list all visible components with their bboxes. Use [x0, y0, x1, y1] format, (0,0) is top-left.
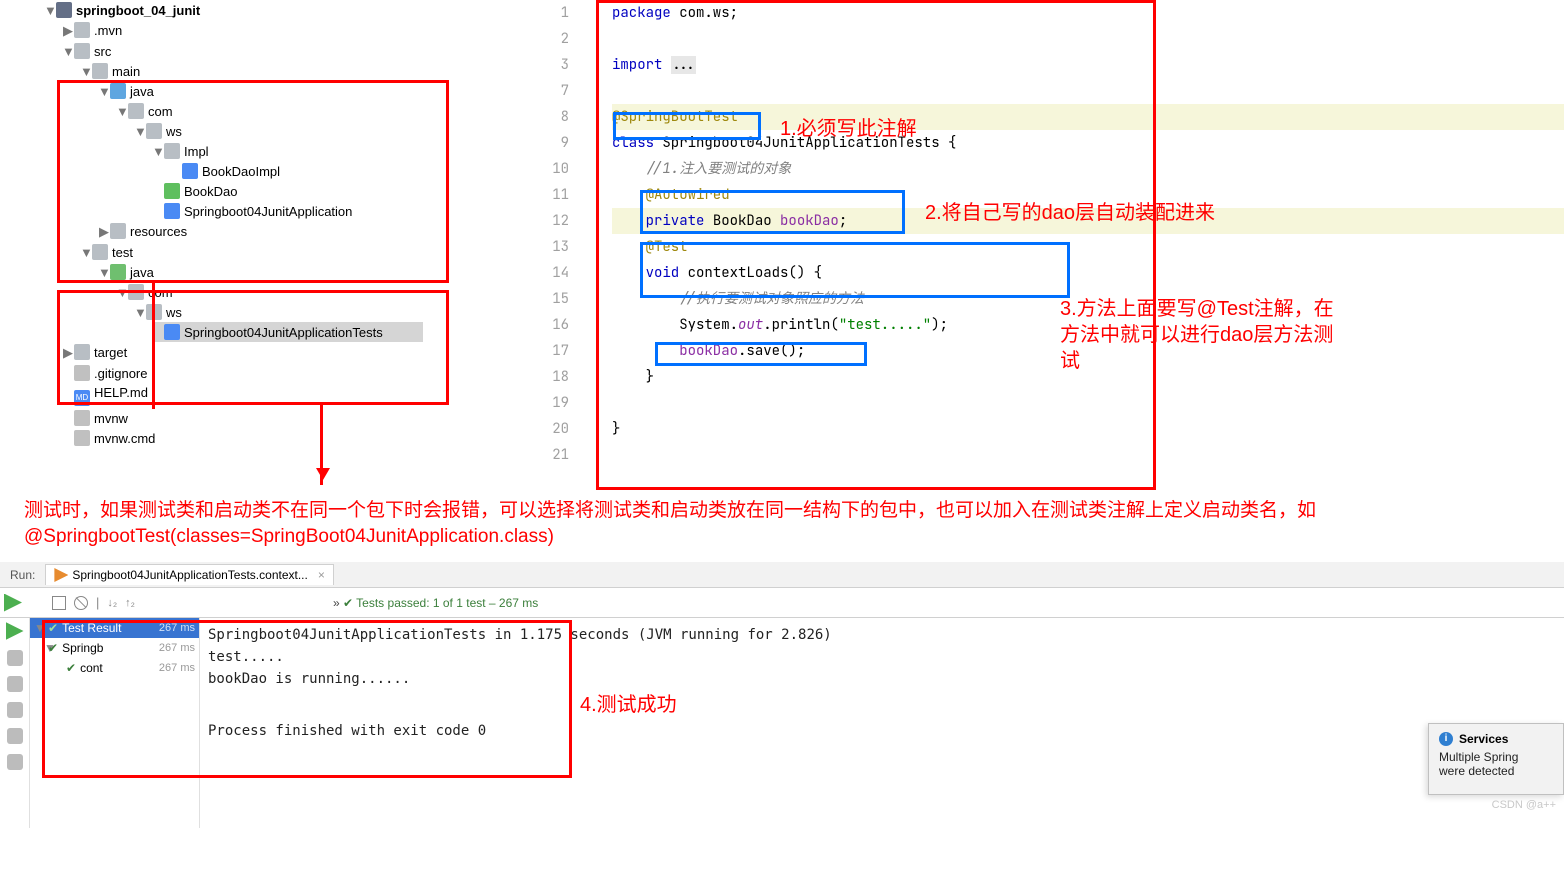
run-tab-label: Springboot04JunitApplicationTests.contex…	[72, 568, 307, 582]
annotation-box-test	[57, 290, 449, 405]
annotation-bluebox-1	[613, 112, 761, 140]
tests-passed-line: » ✔ Tests passed: 1 of 1 test – 267 ms	[143, 592, 538, 614]
annotation-text-2: 2.将自己写的dao层自动装配进来	[925, 200, 1215, 226]
run-tab[interactable]: Springboot04JunitApplicationTests.contex…	[45, 564, 334, 585]
pin-icon[interactable]	[7, 754, 23, 770]
stop-icon[interactable]	[7, 676, 23, 692]
show-passed-icon[interactable]	[52, 596, 66, 610]
test-run-icon	[54, 568, 68, 582]
run-side-toolbar	[0, 618, 30, 828]
annotation-arrow	[320, 405, 323, 485]
folder-mvn[interactable]: .mvn	[94, 23, 122, 38]
module-name[interactable]: springboot_04_junit	[76, 3, 200, 18]
run-header: Run: Springboot04JunitApplicationTests.c…	[0, 562, 1564, 588]
file-icon	[74, 430, 90, 446]
folder-icon	[74, 43, 90, 59]
file-mvnwcmd[interactable]: mvnw.cmd	[94, 431, 155, 446]
services-title: Services	[1459, 732, 1508, 746]
watermark: CSDN @a++	[1492, 799, 1556, 811]
services-body-1: Multiple Spring	[1439, 750, 1518, 764]
folder-icon	[74, 22, 90, 38]
services-body-2: were detected	[1439, 764, 1514, 778]
run-label: Run:	[0, 568, 45, 582]
rerun-icon[interactable]	[4, 594, 22, 612]
annotation-bluebox-3	[640, 242, 1070, 298]
annotation-text-3: 3.方法上面要写@Test注解，在方法中就可以进行dao层方法测试	[1060, 296, 1350, 374]
folder-main[interactable]: main	[112, 64, 140, 79]
editor-gutter: 1 2 3 7 8 9 10 11 12 13 14 15 16 17 18 1…	[524, 0, 598, 490]
info-icon: i	[1439, 732, 1453, 746]
show-ignored-icon[interactable]	[74, 596, 88, 610]
file-icon	[74, 410, 90, 426]
folder-src[interactable]: src	[94, 44, 111, 59]
run-toolbar: | ↓₂ ↑₂ » ✔ Tests passed: 1 of 1 test – …	[0, 588, 1564, 618]
annotation-box-main	[57, 80, 449, 283]
debug-icon[interactable]	[7, 650, 23, 666]
annotation-text-4: 4.测试成功	[580, 692, 677, 718]
annotation-box-output	[42, 620, 572, 778]
file-mvnw[interactable]: mvnw	[94, 411, 128, 426]
run-icon[interactable]	[6, 622, 24, 640]
module-icon	[56, 2, 72, 18]
annotation-line	[152, 283, 155, 409]
services-notification[interactable]: i Services Multiple Spring were detected	[1428, 723, 1564, 795]
settings-icon[interactable]	[7, 728, 23, 744]
annotation-big-note: 测试时，如果测试类和启动类不在同一个包下时会报错，可以选择将测试类和启动类放在同…	[24, 498, 1544, 550]
annotation-bluebox-2	[640, 190, 905, 234]
annotation-text-1: 1.必须写此注解	[780, 116, 917, 142]
annotation-bluebox-4	[655, 342, 867, 366]
exit-icon[interactable]	[7, 702, 23, 718]
close-tab-icon[interactable]: ×	[312, 568, 325, 582]
folder-icon	[92, 63, 108, 79]
